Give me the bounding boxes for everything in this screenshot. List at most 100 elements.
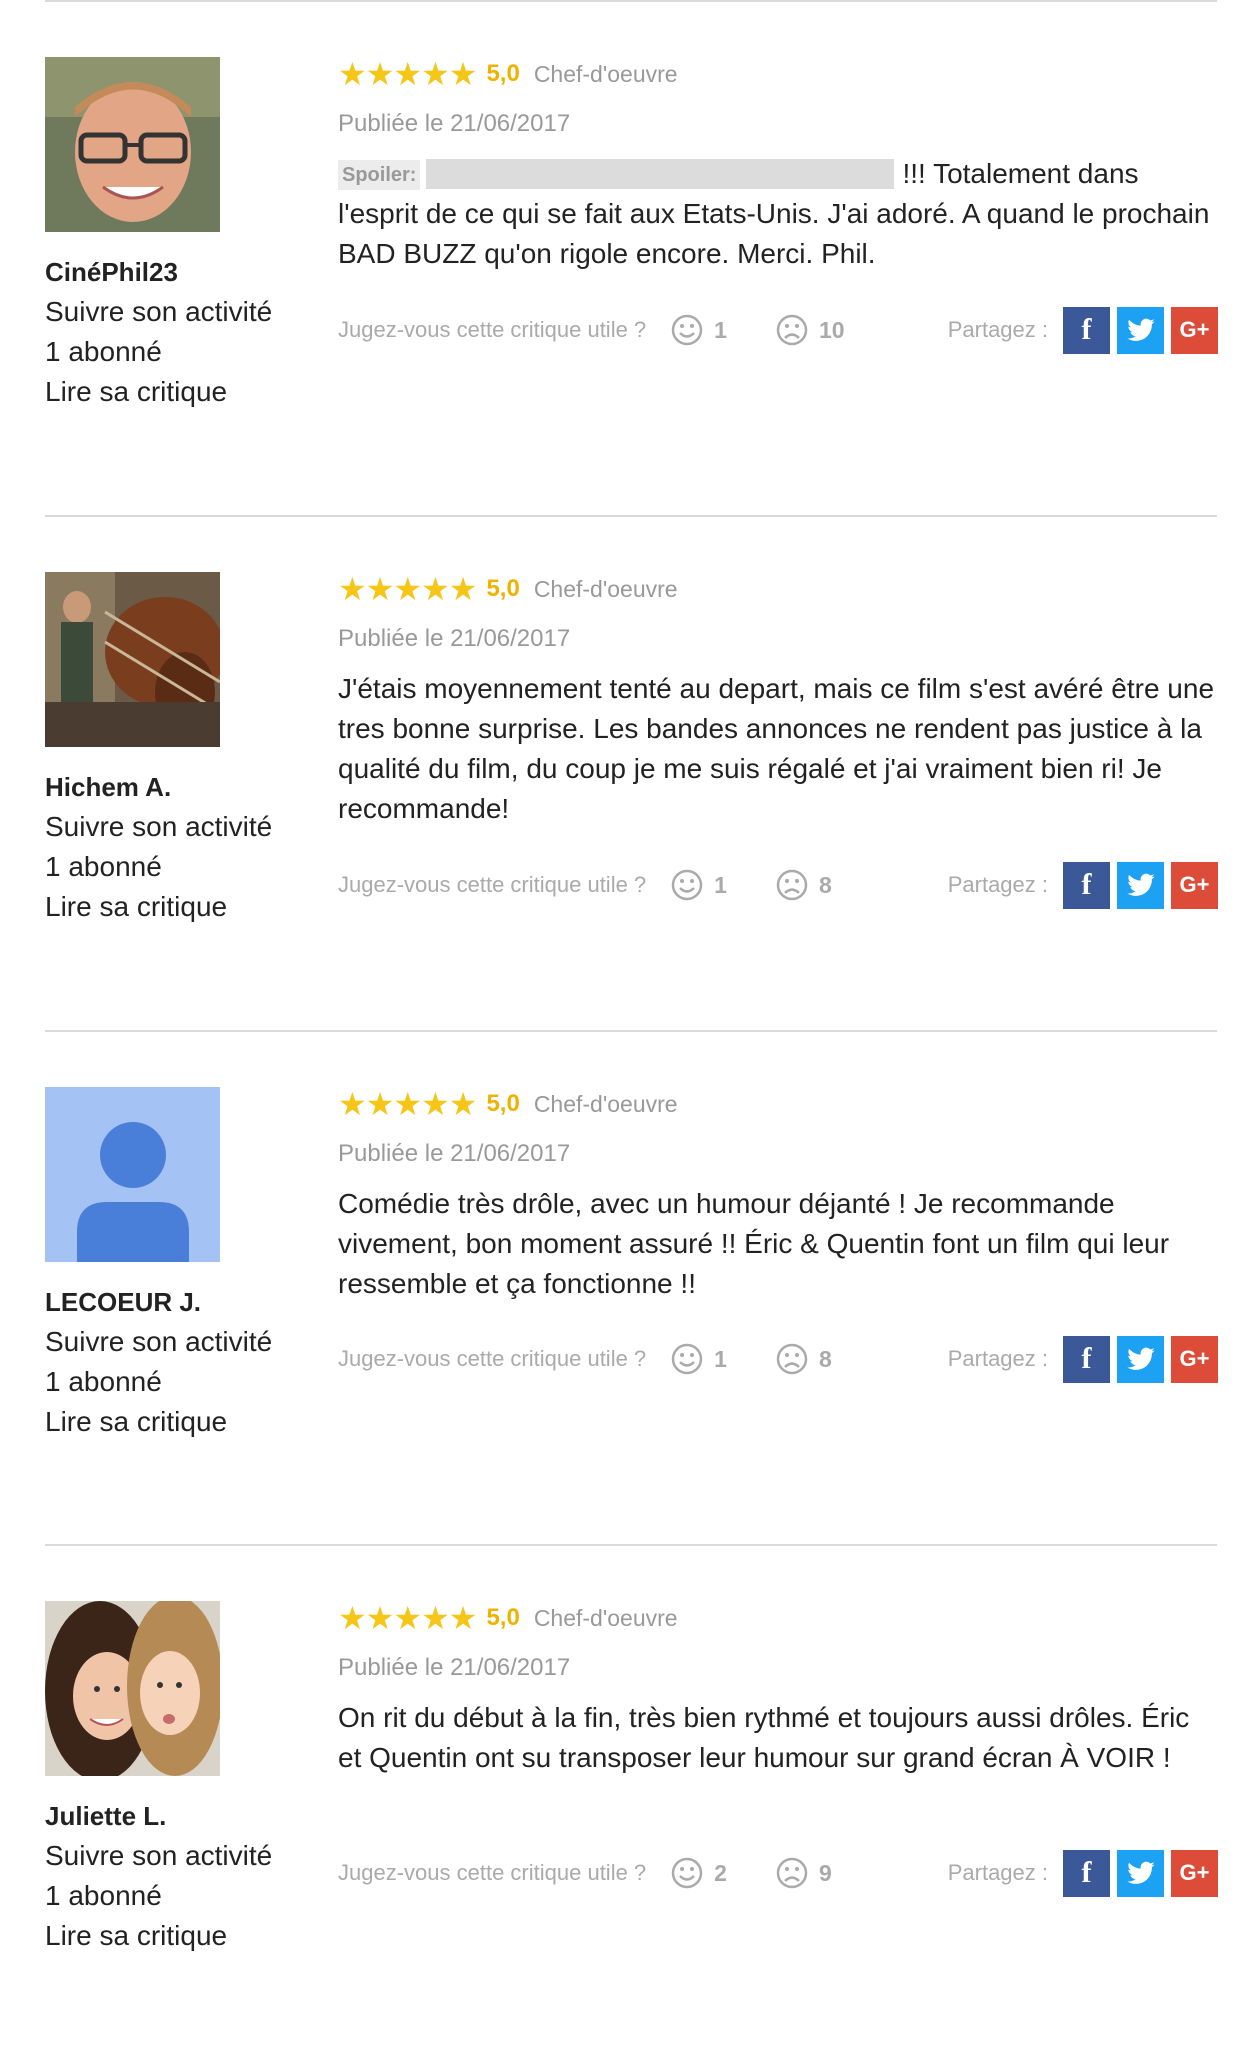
twitter-icon: [1126, 1347, 1155, 1370]
review-content: ★★★★★ 5,0 Chef-d'oeuvre Publiée le 21/06…: [338, 569, 1218, 829]
review-card: CinéPhil23 Suivre son activité 1 abonné …: [0, 2, 1256, 518]
useful-no-button[interactable]: 8: [775, 868, 832, 902]
publish-date: Publiée le 21/06/2017: [338, 625, 571, 652]
read-review-link[interactable]: Lire sa critique: [45, 1916, 305, 1956]
rating-row: ★★★★★ 5,0 Chef-d'oeuvre: [338, 1084, 1218, 1124]
author-info: LECOEUR J. Suivre son activité 1 abonné …: [45, 1282, 305, 1442]
twitter-icon: [1126, 1861, 1155, 1884]
followers-count[interactable]: 1 abonné: [45, 847, 305, 887]
useful-question: Jugez-vous cette critique utile ?: [338, 872, 647, 897]
avatar[interactable]: [45, 1601, 220, 1776]
rating-label: Chef-d'oeuvre: [533, 1091, 678, 1117]
useful-yes-button[interactable]: 2: [670, 1856, 727, 1890]
follow-activity-link[interactable]: Suivre son activité: [45, 1836, 305, 1876]
author-info: CinéPhil23 Suivre son activité 1 abonné …: [45, 252, 305, 412]
googleplus-share-button[interactable]: G+: [1171, 1335, 1218, 1383]
share-label: Partagez :: [947, 1860, 1048, 1885]
avatar[interactable]: [45, 572, 220, 747]
frown-icon: [776, 869, 808, 901]
facebook-icon: f: [1081, 1342, 1092, 1375]
review-actions: Jugez-vous cette critique utile ? 2 9 Pa…: [338, 1848, 1218, 1898]
share-label: Partagez :: [947, 1346, 1048, 1371]
frown-icon: [776, 1857, 808, 1889]
read-review-link[interactable]: Lire sa critique: [45, 887, 305, 927]
review-content: ★★★★★ 5,0 Chef-d'oeuvre Publiée le 21/06…: [338, 1084, 1218, 1304]
facebook-share-button[interactable]: f: [1063, 1335, 1110, 1383]
positive-votes: 1: [714, 1345, 727, 1372]
author-name[interactable]: Hichem A.: [45, 767, 305, 807]
star-rating: ★★★★★: [338, 56, 477, 92]
twitter-share-button[interactable]: [1117, 1849, 1164, 1897]
useful-no-button[interactable]: 9: [775, 1856, 832, 1890]
facebook-share-button[interactable]: f: [1063, 306, 1110, 354]
useful-no-button[interactable]: 8: [775, 1342, 832, 1376]
author-info: Hichem A. Suivre son activité 1 abonné L…: [45, 767, 305, 927]
negative-votes: 8: [818, 871, 832, 898]
twitter-share-button[interactable]: [1117, 861, 1164, 909]
facebook-share-button[interactable]: f: [1063, 861, 1110, 909]
smile-icon: [671, 1343, 703, 1375]
negative-votes: 10: [818, 316, 845, 343]
frown-icon: [776, 1343, 808, 1375]
avatar[interactable]: [45, 1087, 220, 1262]
follow-activity-link[interactable]: Suivre son activité: [45, 807, 305, 847]
useful-yes-button[interactable]: 1: [670, 1342, 727, 1376]
review-text-block: Spoiler:!!! Totalement dans l'esprit de …: [338, 154, 1218, 274]
twitter-share-button[interactable]: [1117, 1335, 1164, 1383]
share-label: Partagez :: [947, 317, 1048, 342]
share-group: Partagez : f G+: [947, 1335, 1218, 1383]
review-content: ★★★★★ 5,0 Chef-d'oeuvre Publiée le 21/06…: [338, 1598, 1218, 1778]
twitter-share-button[interactable]: [1117, 306, 1164, 354]
review-text: Comédie très drôle, avec un humour déjan…: [338, 1188, 1170, 1299]
positive-votes: 1: [714, 871, 727, 898]
avatar-photo: [45, 57, 220, 232]
reviews-page: CinéPhil23 Suivre son activité 1 abonné …: [0, 0, 1256, 2048]
rating-value: 5,0: [486, 1604, 520, 1631]
googleplus-share-button[interactable]: G+: [1171, 861, 1218, 909]
review-card: Hichem A. Suivre son activité 1 abonné L…: [0, 517, 1256, 1033]
useful-yes-button[interactable]: 1: [670, 868, 727, 902]
facebook-share-button[interactable]: f: [1063, 1849, 1110, 1897]
spoiler-label: Spoiler:: [338, 160, 421, 190]
review-text: On rit du début à la fin, très bien ryth…: [338, 1702, 1190, 1773]
useful-question: Jugez-vous cette critique utile ?: [338, 317, 647, 342]
spoiler-reveal[interactable]: [426, 159, 895, 189]
twitter-icon: [1126, 873, 1155, 896]
author-name[interactable]: Juliette L.: [45, 1796, 305, 1836]
facebook-icon: f: [1081, 1856, 1092, 1889]
negative-votes: 9: [818, 1859, 832, 1886]
followers-count[interactable]: 1 abonné: [45, 1362, 305, 1402]
follow-activity-link[interactable]: Suivre son activité: [45, 1322, 305, 1362]
googleplus-icon: G+: [1179, 1860, 1210, 1885]
star-rating: ★★★★★: [338, 1600, 477, 1636]
followers-count[interactable]: 1 abonné: [45, 1876, 305, 1916]
frown-icon: [776, 314, 808, 346]
rating-value: 5,0: [486, 60, 520, 87]
review-text: J'étais moyennement tenté au depart, mai…: [338, 673, 1215, 824]
followers-count[interactable]: 1 abonné: [45, 332, 305, 372]
publish-date: Publiée le 21/06/2017: [338, 1654, 571, 1681]
avatar-photo: [45, 572, 220, 747]
useful-yes-button[interactable]: 1: [670, 313, 727, 347]
avatar-photo: [45, 1601, 220, 1776]
rating-row: ★★★★★ 5,0 Chef-d'oeuvre: [338, 1598, 1218, 1638]
review-actions: Jugez-vous cette critique utile ? 1 8 Pa…: [338, 860, 1218, 910]
review-content: ★★★★★ 5,0 Chef-d'oeuvre Publiée le 21/06…: [338, 54, 1218, 274]
twitter-icon: [1126, 318, 1155, 341]
googleplus-icon: G+: [1179, 1346, 1210, 1371]
author-name[interactable]: CinéPhil23: [45, 252, 305, 292]
googleplus-icon: G+: [1179, 872, 1210, 897]
useful-no-button[interactable]: 10: [775, 313, 845, 347]
googleplus-share-button[interactable]: G+: [1171, 306, 1218, 354]
googleplus-share-button[interactable]: G+: [1171, 1849, 1218, 1897]
author-name[interactable]: LECOEUR J.: [45, 1282, 305, 1322]
review-actions: Jugez-vous cette critique utile ? 1 8 Pa…: [338, 1334, 1218, 1384]
review-actions: Jugez-vous cette critique utile ? 1 10 P…: [338, 305, 1218, 355]
avatar[interactable]: [45, 57, 220, 232]
facebook-icon: f: [1081, 868, 1092, 901]
read-review-link[interactable]: Lire sa critique: [45, 372, 305, 412]
share-group: Partagez : f G+: [947, 1849, 1218, 1897]
read-review-link[interactable]: Lire sa critique: [45, 1402, 305, 1442]
publish-date: Publiée le 21/06/2017: [338, 110, 571, 137]
follow-activity-link[interactable]: Suivre son activité: [45, 292, 305, 332]
